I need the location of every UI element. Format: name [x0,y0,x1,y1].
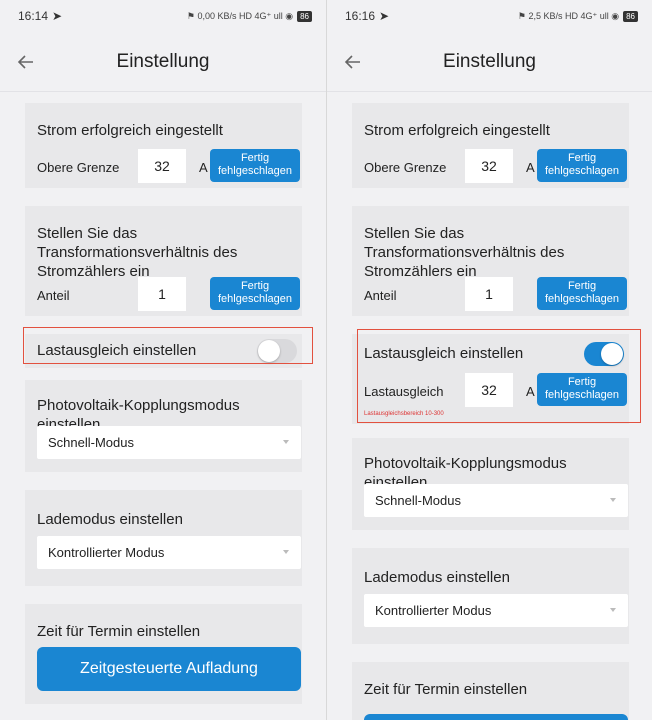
schedule-title: Zeit für Termin einstellen [37,623,201,640]
charge-mode-title: Lademodus einstellen [37,511,183,528]
settings-content: Strom erfolgreich eingestellt Obere Gren… [0,93,326,720]
highlight-box [357,329,641,423]
upper-limit-submit-button[interactable]: Fertig fehlgeschlagen [537,149,627,182]
left-phone-screen: 16:14 ➤ ⚑ 0,00 KB/s HD 4G⁺ ull ◉ 86 Eins… [0,0,326,720]
pv-mode-select[interactable]: Schnell-Modus [364,484,628,517]
pv-mode-value: Schnell-Modus [375,493,461,508]
pv-card: Photovoltaik-Kopplungsmodus einstellen S… [25,380,302,472]
pv-mode-value: Schnell-Modus [48,435,134,450]
dropdown-caret-icon [610,498,616,502]
location-icon: ➤ [52,9,63,23]
charge-mode-title: Lademodus einstellen [364,569,510,586]
current-card: Strom erfolgreich eingestellt Obere Gren… [25,103,302,188]
charge-mode-value: Kontrollierter Modus [375,603,492,618]
ratio-submit-button[interactable]: Fertig fehlgeschlagen [210,277,300,310]
schedule-title: Zeit für Termin einstellen [364,681,528,698]
upper-limit-label: Obere Grenze [364,160,447,175]
charge-mode-select[interactable]: Kontrollierter Modus [364,594,628,627]
upper-limit-submit-button[interactable]: Fertig fehlgeschlagen [210,149,300,182]
dropdown-caret-icon [610,608,616,612]
upper-limit-input[interactable]: 32 [465,149,513,183]
page-title: Einstellung [116,50,210,72]
schedule-card: Zeit für Termin einstellen [352,662,629,720]
current-card-title: Strom erfolgreich eingestellt [37,122,223,139]
ratio-card-title: Stellen Sie das Transformationsverhältni… [364,225,565,280]
ratio-input[interactable]: 1 [138,277,186,311]
status-time: 16:14 [18,9,49,23]
battery-icon: 86 [623,10,638,22]
dropdown-caret-icon [283,440,289,444]
ratio-card-title: Stellen Sie das Transformationsverhältni… [37,225,238,280]
charge-mode-select[interactable]: Kontrollierter Modus [37,536,301,569]
upper-limit-unit: A [199,160,208,175]
highlight-box [23,327,313,364]
status-bar: 16:16 ➤ ⚑ 2,5 KB/s HD 4G⁺ ull ◉ 86 [327,0,652,32]
scheduled-charging-button[interactable] [364,714,628,720]
charge-mode-card: Lademodus einstellen Kontrollierter Modu… [25,490,302,586]
battery-icon: 86 [297,10,312,22]
status-icons: ⚑ 0,00 KB/s HD 4G⁺ ull ◉ [186,10,294,21]
upper-limit-label: Obere Grenze [37,160,120,175]
status-time: 16:16 [345,9,376,23]
app-bar: Einstellung [0,32,326,92]
ratio-input[interactable]: 1 [465,277,513,311]
upper-limit-unit: A [526,160,535,175]
status-icons: ⚑ 2,5 KB/s HD 4G⁺ ull ◉ [517,10,620,21]
back-arrow-icon[interactable] [343,52,363,72]
dropdown-caret-icon [283,550,289,554]
charge-mode-card: Lademodus einstellen Kontrollierter Modu… [352,548,629,644]
location-icon: ➤ [379,9,390,23]
app-bar: Einstellung [327,32,652,92]
status-bar: 16:14 ➤ ⚑ 0,00 KB/s HD 4G⁺ ull ◉ 86 [0,0,326,32]
upper-limit-input[interactable]: 32 [138,149,186,183]
current-card: Strom erfolgreich eingestellt Obere Gren… [352,103,629,188]
page-title: Einstellung [443,50,536,72]
ratio-card: Stellen Sie das Transformationsverhältni… [352,206,629,316]
charge-mode-value: Kontrollierter Modus [48,545,165,560]
pv-card: Photovoltaik-Kopplungsmodus einstellen S… [352,438,629,530]
ratio-label: Anteil [364,288,397,303]
back-arrow-icon[interactable] [16,52,36,72]
scheduled-charging-button[interactable]: Zeitgesteuerte Aufladung [37,647,301,691]
ratio-label: Anteil [37,288,70,303]
settings-content: Strom erfolgreich eingestellt Obere Gren… [327,93,652,720]
right-phone-screen: 16:16 ➤ ⚑ 2,5 KB/s HD 4G⁺ ull ◉ 86 Einst… [326,0,652,720]
current-card-title: Strom erfolgreich eingestellt [364,122,550,139]
pv-mode-select[interactable]: Schnell-Modus [37,426,301,459]
ratio-submit-button[interactable]: Fertig fehlgeschlagen [537,277,627,310]
ratio-card: Stellen Sie das Transformationsverhältni… [25,206,302,316]
schedule-card: Zeit für Termin einstellen Zeitgesteuert… [25,604,302,704]
